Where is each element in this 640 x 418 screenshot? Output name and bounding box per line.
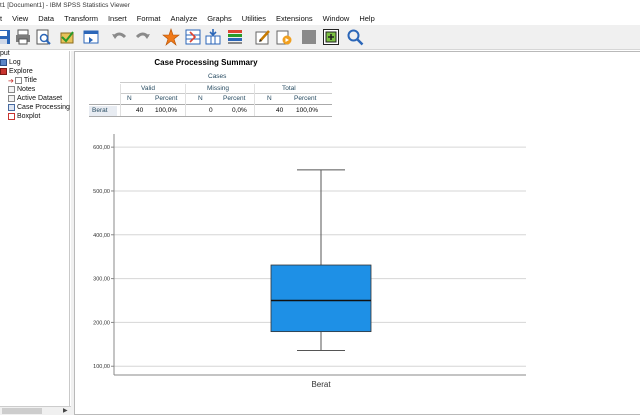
goto-data-icon[interactable]	[162, 28, 180, 46]
export-icon[interactable]	[58, 28, 76, 46]
goto-variable-icon[interactable]	[204, 28, 222, 46]
cell-missing-percent: 0,0%	[232, 107, 247, 114]
insert-icon[interactable]	[322, 28, 340, 46]
explore-book-icon	[0, 68, 7, 75]
title-icon	[14, 77, 22, 84]
tree-item-log[interactable]: Log	[0, 58, 21, 67]
tree-item-notes[interactable]: Notes	[8, 85, 35, 94]
y-tick-label: 100,00	[93, 364, 110, 370]
table-title: Case Processing Summary	[154, 58, 258, 67]
print-icon[interactable]	[14, 28, 32, 46]
menu-data[interactable]: Data	[33, 14, 59, 23]
y-tick-label: 200,00	[93, 320, 110, 326]
y-tick-label: 500,00	[93, 189, 110, 195]
menu-transform[interactable]: Transform	[59, 14, 103, 23]
menu-help[interactable]: Help	[354, 14, 379, 23]
menu-insert[interactable]: Insert	[103, 14, 132, 23]
tree-item-explore[interactable]: Explore	[0, 67, 33, 76]
subheader-total-n: N	[267, 95, 272, 102]
menu-file[interactable]: t	[0, 14, 7, 23]
outline-tree: tput Log Explore ➔ Title Notes Active Da…	[0, 49, 70, 408]
search-icon[interactable]	[346, 28, 364, 46]
y-tick-label: 400,00	[93, 233, 110, 239]
dataset-icon	[8, 95, 15, 102]
table-group-header: Cases	[208, 73, 227, 80]
cell-valid-percent: 100,0%	[155, 107, 178, 114]
table-icon	[8, 104, 15, 111]
scroll-right-icon[interactable]: ▶	[63, 407, 68, 414]
arrow-right-icon: ➔	[8, 77, 14, 85]
log-icon	[0, 59, 7, 66]
cell-missing-n: 0	[209, 107, 213, 114]
notes-icon	[8, 86, 15, 93]
tree-horizontal-scrollbar[interactable]: ▶	[0, 406, 72, 415]
subheader-valid-n: N	[127, 95, 132, 102]
boxplot-icon	[8, 113, 15, 120]
subheader-valid-percent: Percent	[155, 95, 178, 102]
iqr-box	[270, 264, 372, 333]
cell-total-n: 40	[276, 107, 284, 114]
window-title: t1 [Document1] - IBM SPSS Statistics Vie…	[0, 0, 640, 11]
row-label: Berat	[92, 107, 108, 114]
x-category-label: Berat	[311, 380, 331, 389]
tree-item-active-dataset[interactable]: Active Dataset	[8, 94, 62, 103]
save-icon[interactable]	[0, 28, 12, 46]
tree-item-title[interactable]: ➔ Title	[8, 76, 37, 85]
recall-dialog-icon[interactable]	[82, 28, 100, 46]
menu-bar: t View Data Transform Insert Format Anal…	[0, 12, 640, 25]
y-tick-label: 300,00	[93, 277, 110, 283]
redo-icon[interactable]	[134, 28, 152, 46]
menu-analyze[interactable]: Analyze	[166, 14, 203, 23]
subheader-total-percent: Percent	[294, 95, 317, 102]
stop-icon[interactable]	[300, 28, 318, 46]
menu-utilities[interactable]: Utilities	[237, 14, 271, 23]
menu-format[interactable]: Format	[132, 14, 166, 23]
header-valid: Valid	[141, 85, 155, 92]
script-icon[interactable]	[275, 28, 293, 46]
variables-icon[interactable]	[226, 28, 244, 46]
menu-extensions[interactable]: Extensions	[271, 14, 318, 23]
undo-icon[interactable]	[110, 28, 128, 46]
tree-item-output[interactable]: tput	[0, 49, 10, 58]
header-total: Total	[282, 85, 296, 92]
scrollbar-thumb[interactable]	[2, 408, 42, 414]
boxplot-chart: 100,00 200,00 300,00 400,00 500,00 600,00 Bera…	[93, 134, 526, 389]
designate-window-icon[interactable]	[254, 28, 272, 46]
header-missing: Missing	[207, 85, 230, 92]
print-preview-icon[interactable]	[34, 28, 52, 46]
y-tick-label: 600,00	[93, 145, 110, 151]
tree-item-case-processing[interactable]: Case Processing	[8, 103, 70, 112]
menu-window[interactable]: Window	[318, 14, 355, 23]
toolbar	[0, 25, 640, 50]
subheader-missing-n: N	[198, 95, 203, 102]
cell-valid-n: 40	[136, 107, 144, 114]
menu-graphs[interactable]: Graphs	[202, 14, 237, 23]
menu-view[interactable]: View	[7, 14, 33, 23]
tree-item-boxplot[interactable]: Boxplot	[8, 112, 40, 121]
cell-total-percent: 100,0%	[296, 107, 319, 114]
goto-case-icon[interactable]	[184, 28, 202, 46]
subheader-missing-percent: Percent	[223, 95, 246, 102]
